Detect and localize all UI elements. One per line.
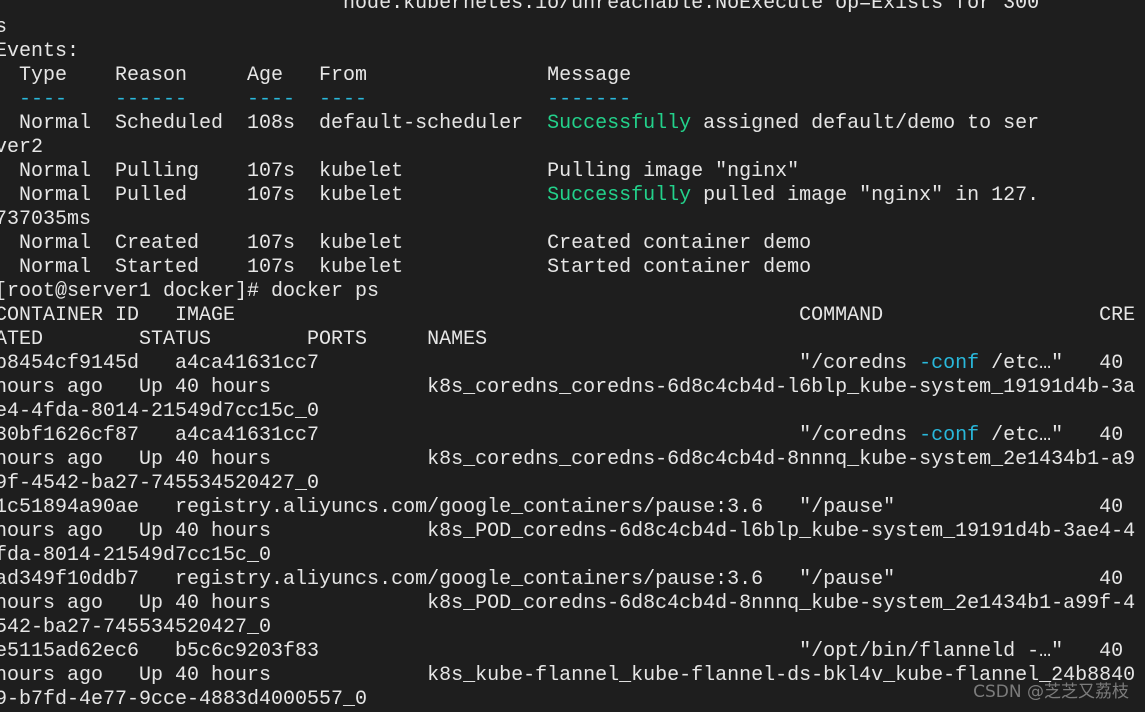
terminal-line: ---- ------ ---- ---- ------- xyxy=(0,88,1135,112)
terminal-line: Normal Scheduled 108s default-scheduler … xyxy=(0,112,1135,136)
terminal-line: hours ago Up 40 hours k8s_POD_coredns-6d… xyxy=(0,520,1135,544)
highlighted-text: Successfully xyxy=(547,112,692,135)
terminal-text: 737035ms xyxy=(0,208,92,231)
terminal-line: Normal Created 107s kubelet Created cont… xyxy=(0,232,1135,256)
terminal-text: [root@server1 docker]# docker ps xyxy=(0,280,380,303)
terminal-text: Events: xyxy=(0,40,80,63)
highlighted-text: Successfully xyxy=(547,184,692,207)
terminal-line: 30bf1626cf87 a4ca41631cc7 "/coredns -con… xyxy=(0,424,1135,448)
terminal-text: hours ago Up 40 hours k8s_kube-flannel_k… xyxy=(0,664,1136,687)
terminal-text: fda-8014-21549d7cc15c_0 xyxy=(0,544,272,567)
terminal-text: 9f-4542-ba27-745534520427_0 xyxy=(0,472,320,495)
terminal-line: Normal Pulled 107s kubelet Successfully … xyxy=(0,184,1135,208)
terminal-line: Events: xyxy=(0,40,1135,64)
highlighted-text: -conf xyxy=(919,352,980,375)
terminal-text: ATED STATUS PORTS NAMES xyxy=(0,328,488,351)
terminal-line: ad349f10ddb7 registry.aliyuncs.com/googl… xyxy=(0,568,1135,592)
terminal-text: hours ago Up 40 hours k8s_POD_coredns-6d… xyxy=(0,592,1136,615)
terminal-line: [root@server1 docker]# docker ps xyxy=(0,280,1135,304)
terminal-line: hours ago Up 40 hours k8s_POD_coredns-6d… xyxy=(0,592,1135,616)
terminal-line: e5115ad62ec6 b5c6c9203f83 "/opt/bin/flan… xyxy=(0,640,1135,664)
terminal-line: hours ago Up 40 hours k8s_kube-flannel_k… xyxy=(0,664,1135,688)
terminal-text: 9-b7fd-4e77-9cce-4883d4000557_0 xyxy=(0,688,368,711)
terminal-line: ATED STATUS PORTS NAMES xyxy=(0,328,1135,352)
terminal-output[interactable]: node.kubernetes.io/unreachable:NoExecute… xyxy=(0,0,1135,712)
terminal-text: 30bf1626cf87 a4ca41631cc7 "/coredns xyxy=(0,424,920,447)
terminal-text: b8454cf9145d a4ca41631cc7 "/coredns xyxy=(0,352,920,375)
terminal-line: hours ago Up 40 hours k8s_coredns_coredn… xyxy=(0,376,1135,400)
terminal-text: pulled image "nginx" in 127. xyxy=(691,184,1040,207)
terminal-text: /etc…" 40 xyxy=(979,424,1124,447)
terminal-text: ver2 xyxy=(0,136,44,159)
terminal-line: hours ago Up 40 hours k8s_coredns_coredn… xyxy=(0,448,1135,472)
terminal-line: Normal Started 107s kubelet Started cont… xyxy=(0,256,1135,280)
terminal-line: e4-4fda-8014-21549d7cc15c_0 xyxy=(0,400,1135,424)
terminal-line: Normal Pulling 107s kubelet Pulling imag… xyxy=(0,160,1135,184)
terminal-text: Normal Pulled 107s kubelet xyxy=(0,184,548,207)
terminal-text: Type Reason Age From Message xyxy=(0,64,632,87)
terminal-line: CONTAINER ID IMAGE COMMAND CRE xyxy=(0,304,1135,328)
terminal-text: Normal Created 107s kubelet Created cont… xyxy=(0,232,812,255)
terminal-text: Normal Scheduled 108s default-scheduler xyxy=(0,112,548,135)
terminal-text: hours ago Up 40 hours k8s_coredns_coredn… xyxy=(0,448,1136,471)
terminal-text: e5115ad62ec6 b5c6c9203f83 "/opt/bin/flan… xyxy=(0,640,1124,663)
terminal-line: Type Reason Age From Message xyxy=(0,64,1135,88)
terminal-text: hours ago Up 40 hours k8s_coredns_coredn… xyxy=(0,376,1136,399)
csdn-watermark: CSDN @芝芝又荔枝 xyxy=(973,682,1129,702)
terminal-line: b8454cf9145d a4ca41631cc7 "/coredns -con… xyxy=(0,352,1135,376)
highlighted-text: ---- ------ ---- ---- ------- xyxy=(0,88,632,111)
terminal-line: node.kubernetes.io/unreachable:NoExecute… xyxy=(0,0,1135,16)
terminal-text: /etc…" 40 xyxy=(979,352,1124,375)
terminal-text: Normal Started 107s kubelet Started cont… xyxy=(0,256,812,279)
terminal-line: s xyxy=(0,16,1135,40)
terminal-text: Normal Pulling 107s kubelet Pulling imag… xyxy=(0,160,800,183)
terminal-text: 542-ba27-745534520427_0 xyxy=(0,616,272,639)
terminal-text: node.kubernetes.io/unreachable:NoExecute… xyxy=(0,0,1040,15)
terminal-text: 1c51894a90ae registry.aliyuncs.com/googl… xyxy=(0,496,1124,519)
terminal-line: 9-b7fd-4e77-9cce-4883d4000557_0 xyxy=(0,688,1135,712)
terminal-text: CONTAINER ID IMAGE COMMAND CRE xyxy=(0,304,1136,327)
terminal-line: 1c51894a90ae registry.aliyuncs.com/googl… xyxy=(0,496,1135,520)
terminal-line: 737035ms xyxy=(0,208,1135,232)
terminal-text: e4-4fda-8014-21549d7cc15c_0 xyxy=(0,400,320,423)
terminal-line: 9f-4542-ba27-745534520427_0 xyxy=(0,472,1135,496)
terminal-line: 542-ba27-745534520427_0 xyxy=(0,616,1135,640)
terminal-text: hours ago Up 40 hours k8s_POD_coredns-6d… xyxy=(0,520,1136,543)
terminal-text: ad349f10ddb7 registry.aliyuncs.com/googl… xyxy=(0,568,1124,591)
highlighted-text: -conf xyxy=(919,424,980,447)
terminal-line: fda-8014-21549d7cc15c_0 xyxy=(0,544,1135,568)
terminal-text: assigned default/demo to ser xyxy=(691,112,1040,135)
terminal-text: s xyxy=(0,16,8,39)
terminal-line: ver2 xyxy=(0,136,1135,160)
